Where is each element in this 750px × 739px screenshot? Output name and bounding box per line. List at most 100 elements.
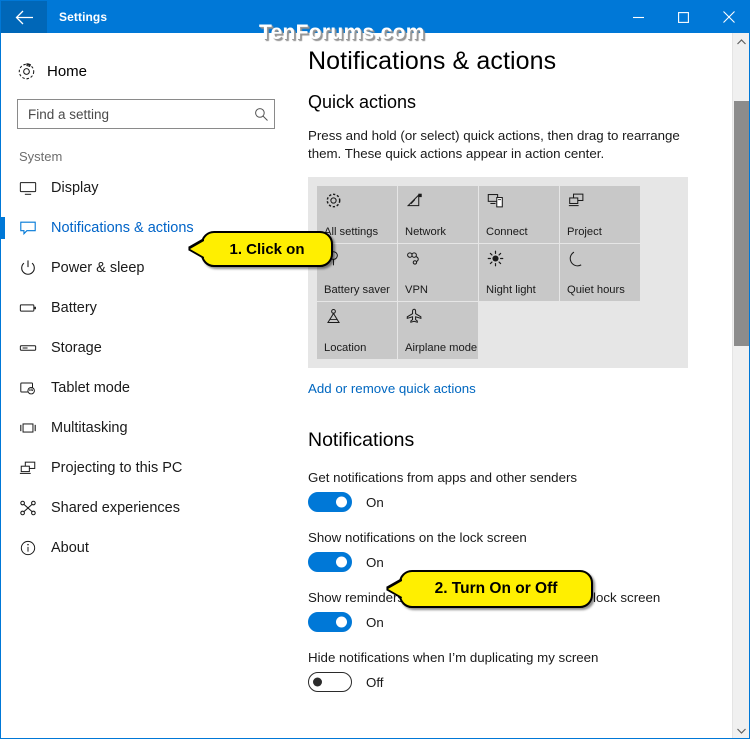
toggle-state-label: On xyxy=(366,494,384,510)
callout-step-1: 1. Click on xyxy=(190,231,333,267)
minimize-icon xyxy=(633,12,644,23)
title-bar: Settings xyxy=(1,1,749,33)
quick-action-label: Network xyxy=(405,226,447,238)
monitor-icon xyxy=(19,179,51,197)
sidebar-item-battery[interactable]: Battery xyxy=(1,288,296,328)
moon-icon xyxy=(568,250,585,272)
setting-label-hide-when-duplicating: Hide notifications when I’m duplicating … xyxy=(308,650,599,665)
page-title: Notifications & actions xyxy=(308,47,557,75)
setting-row-voip-lock-screen: On xyxy=(308,612,749,632)
quick-action-label: Quiet hours xyxy=(567,284,625,296)
callout-text: 2. Turn On or Off xyxy=(434,580,558,597)
sidebar-item-label: Power & sleep xyxy=(51,260,145,276)
sidebar-item-label: Storage xyxy=(51,340,102,356)
toggle-state-label: Off xyxy=(366,674,384,690)
minimize-button[interactable] xyxy=(616,1,661,33)
quick-action-empty-slot xyxy=(560,302,640,359)
quick-action-tile-project[interactable]: Project xyxy=(560,186,640,243)
settings-window: Settings TenForums.com Home Find a setti… xyxy=(0,0,750,739)
callout-step-2: 2. Turn On or Off xyxy=(388,570,593,608)
quick-action-tile-quiet-hours[interactable]: Quiet hours xyxy=(560,244,640,301)
scroll-up-arrow-icon[interactable] xyxy=(733,33,749,50)
quick-action-tile-airplane-mode[interactable]: Airplane mode xyxy=(398,302,478,359)
vpn-icon xyxy=(406,250,423,272)
setting-row-lock-screen-notifications: On xyxy=(308,552,749,572)
sun-icon xyxy=(487,250,504,272)
notifications-heading: Notifications xyxy=(308,429,415,451)
callout-tail xyxy=(388,581,402,597)
callout-text: 1. Click on xyxy=(229,240,305,258)
maximize-button[interactable] xyxy=(661,1,706,33)
quick-action-label: Connect xyxy=(486,226,528,238)
sidebar-home-label: Home xyxy=(47,62,88,80)
sidebar-item-label: Battery xyxy=(51,300,97,316)
share-nodes-icon xyxy=(19,499,51,517)
close-button[interactable] xyxy=(706,1,749,33)
callout-tail xyxy=(190,241,204,257)
sidebar-item-home[interactable]: Home xyxy=(1,51,296,91)
project-icon xyxy=(568,192,585,214)
toggle-voip-lock-screen[interactable] xyxy=(308,612,352,632)
sidebar-item-label: Multitasking xyxy=(51,420,128,436)
quick-actions-panel: All settings Network Connect Project Bat… xyxy=(308,177,688,368)
quick-action-label: Airplane mode xyxy=(405,342,478,354)
project-screens-icon xyxy=(19,459,51,477)
airplane-icon xyxy=(406,308,423,330)
maximize-icon xyxy=(678,11,689,23)
sidebar-item-about[interactable]: About xyxy=(1,528,296,568)
window-controls xyxy=(616,1,749,33)
add-or-remove-quick-actions-link[interactable]: Add or remove quick actions xyxy=(308,381,749,396)
arrow-left-icon xyxy=(15,10,34,25)
sidebar-item-label: Display xyxy=(51,180,99,196)
location-icon xyxy=(325,308,342,330)
quick-actions-heading: Quick actions xyxy=(308,92,417,112)
quick-action-tile-connect[interactable]: Connect xyxy=(479,186,559,243)
main-content: Notifications & actions Quick actions Pr… xyxy=(296,33,749,738)
quick-action-label: Project xyxy=(567,226,602,238)
sidebar-item-shared-experiences[interactable]: Shared experiences xyxy=(1,488,296,528)
sidebar-item-label: Tablet mode xyxy=(51,380,130,396)
scrollbar-thumb[interactable] xyxy=(734,101,749,346)
toggle-state-label: On xyxy=(366,554,384,570)
quick-action-empty-slot xyxy=(479,302,559,359)
sidebar-item-label: Notifications & actions xyxy=(51,220,194,236)
quick-action-tile-network[interactable]: Network xyxy=(398,186,478,243)
quick-actions-description: Press and hold (or select) quick actions… xyxy=(308,128,680,161)
multitask-icon xyxy=(19,419,51,437)
sidebar-item-storage[interactable]: Storage xyxy=(1,328,296,368)
setting-row-get-notifications: On xyxy=(308,492,749,512)
sidebar-item-projecting-to-this-pc[interactable]: Projecting to this PC xyxy=(1,448,296,488)
sidebar-item-label: Shared experiences xyxy=(51,500,180,516)
back-button[interactable] xyxy=(1,1,47,33)
scroll-down-arrow-icon[interactable] xyxy=(733,722,749,738)
quick-action-tile-night-light[interactable]: Night light xyxy=(479,244,559,301)
sidebar-item-display[interactable]: Display xyxy=(1,168,296,208)
wifi-icon xyxy=(406,192,423,214)
vertical-scrollbar[interactable] xyxy=(732,33,749,738)
info-icon xyxy=(19,539,51,557)
quick-action-tile-vpn[interactable]: VPN xyxy=(398,244,478,301)
connect-icon xyxy=(487,192,504,214)
speech-bubble-icon xyxy=(19,219,51,237)
tablet-hand-icon xyxy=(19,379,51,397)
search-box[interactable] xyxy=(17,99,275,129)
toggle-get-notifications[interactable] xyxy=(308,492,352,512)
window-title: Settings xyxy=(59,10,108,24)
toggle-hide-when-duplicating[interactable] xyxy=(308,672,352,692)
quick-action-label: Battery saver xyxy=(324,284,390,296)
quick-action-label: Night light xyxy=(486,284,536,296)
search-input[interactable] xyxy=(18,105,248,123)
battery-icon xyxy=(19,299,51,317)
power-icon xyxy=(19,259,51,277)
gear-icon xyxy=(325,192,342,214)
toggle-state-label: On xyxy=(366,614,384,630)
sidebar-item-multitasking[interactable]: Multitasking xyxy=(1,408,296,448)
search-icon xyxy=(248,107,274,122)
quick-action-label: Location xyxy=(324,342,367,354)
sidebar-group-label: System xyxy=(19,149,63,164)
quick-action-tile-location[interactable]: Location xyxy=(317,302,397,359)
sidebar-item-tablet-mode[interactable]: Tablet mode xyxy=(1,368,296,408)
toggle-lock-screen-notifications[interactable] xyxy=(308,552,352,572)
drive-icon xyxy=(19,339,51,357)
sidebar-item-label: About xyxy=(51,540,89,556)
